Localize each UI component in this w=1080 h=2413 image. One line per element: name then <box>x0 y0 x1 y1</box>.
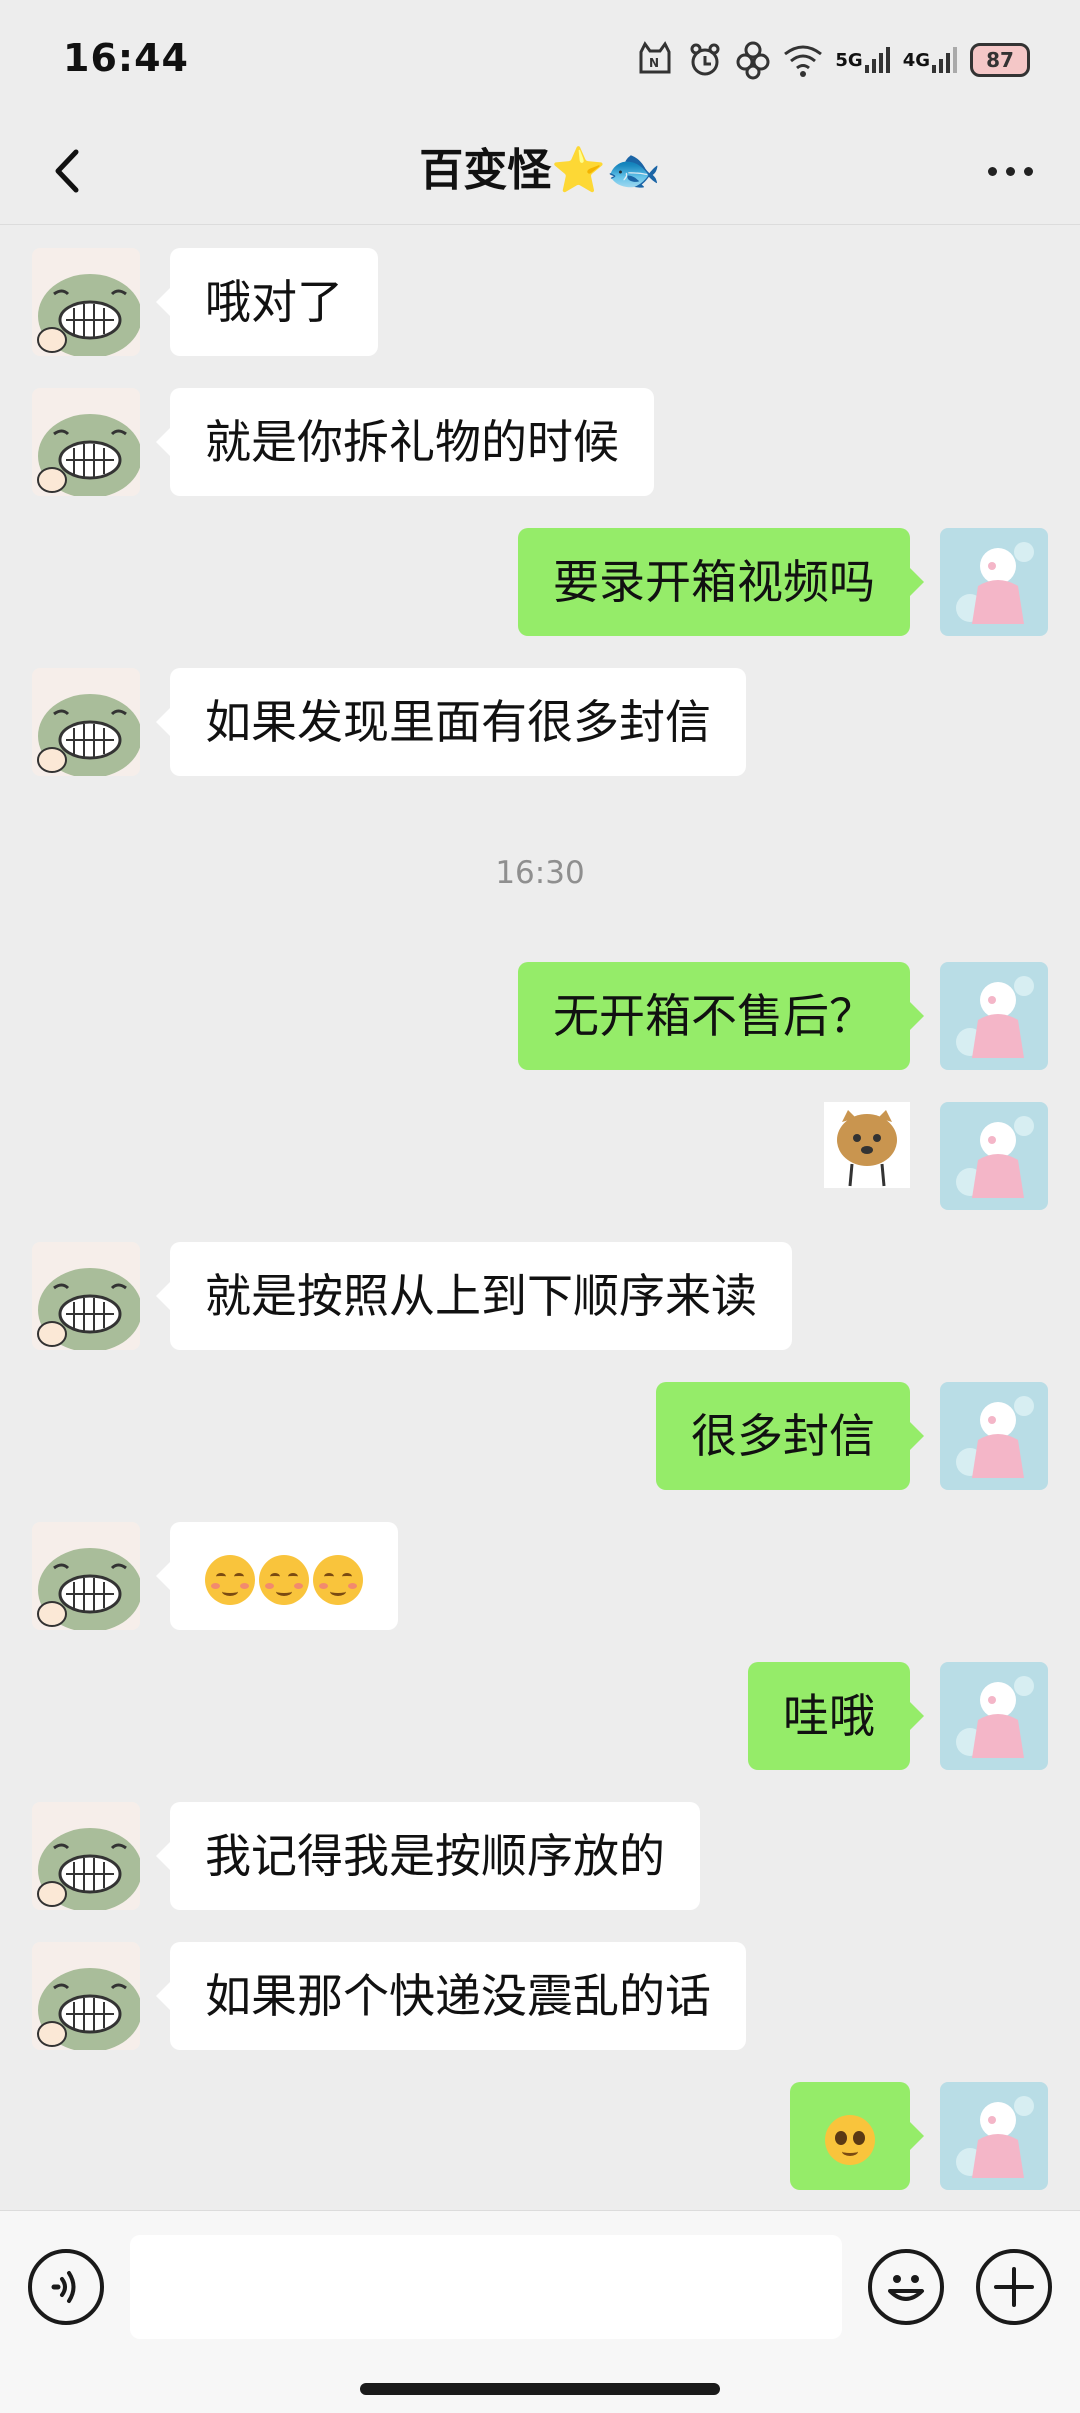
status-bar: 16:44 N 5G 4G 87 <box>0 0 1080 120</box>
message-timestamp: 16:30 <box>495 855 585 891</box>
message-bubble[interactable]: 要录开箱视频吗 <box>518 528 924 636</box>
status-time: 16:44 <box>63 36 189 80</box>
user-avatar[interactable] <box>940 528 1048 636</box>
message-received: 就是你拆礼物的时候 <box>0 388 1080 496</box>
signal-4g-icon: 4G <box>903 45 960 75</box>
message-bubble[interactable] <box>790 2082 924 2190</box>
home-indicator[interactable] <box>360 2383 720 2395</box>
flower-app-icon <box>735 40 771 80</box>
message-bubble[interactable]: 哇哦 <box>748 1662 924 1770</box>
user-avatar[interactable] <box>940 1382 1048 1490</box>
grimacing-blush-emoji <box>205 1554 255 1605</box>
contact-avatar[interactable] <box>32 248 140 356</box>
message-received: 我记得我是按顺序放的 <box>0 1802 1080 1910</box>
message-received: 就是按照从上到下顺序来读 <box>0 1242 1080 1350</box>
pleading-face-emoji <box>825 2114 875 2165</box>
message-bubble[interactable]: 如果发现里面有很多封信 <box>156 668 746 776</box>
signal-5g-icon: 5G <box>835 45 892 75</box>
voice-button[interactable] <box>28 2249 104 2325</box>
message-sent <box>0 2082 1080 2190</box>
more-options-button[interactable] <box>970 136 1050 206</box>
voice-icon <box>51 2271 76 2303</box>
cat-notification-icon: N <box>635 40 675 80</box>
message-bubble[interactable]: 就是你拆礼物的时候 <box>156 388 654 496</box>
message-bubble[interactable]: 如果那个快递没震乱的话 <box>156 1942 746 2050</box>
chat-header: 百变怪⭐🐟 <box>0 120 1080 225</box>
message-received: 哦对了 <box>0 248 1080 356</box>
message-bubble[interactable]: 我记得我是按顺序放的 <box>156 1802 700 1910</box>
more-dots-icon <box>987 166 997 176</box>
user-avatar[interactable] <box>940 962 1048 1070</box>
grimacing-blush-emoji <box>259 1554 309 1605</box>
message-sent <box>0 1102 1080 1210</box>
cat-sticker[interactable] <box>824 1102 910 1188</box>
message-sent: 要录开箱视频吗 <box>0 528 1080 636</box>
contact-avatar[interactable] <box>32 388 140 496</box>
emoji-button[interactable] <box>868 2249 944 2325</box>
status-icons: N 5G 4G 87 <box>635 38 1030 82</box>
contact-avatar[interactable] <box>32 1242 140 1350</box>
chat-title: 百变怪⭐🐟 <box>419 145 661 196</box>
contact-avatar[interactable] <box>32 1802 140 1910</box>
grimacing-blush-emoji <box>313 1554 363 1605</box>
wifi-icon <box>781 40 825 80</box>
chat-messages[interactable]: 哦对了 就是你拆礼物的时候 要录开箱视频吗 如果发现里面有很多封信 16:30 … <box>0 225 1080 2210</box>
message-bubble[interactable] <box>156 1522 398 1630</box>
message-sent: 哇哦 <box>0 1662 1080 1770</box>
contact-avatar[interactable] <box>32 1522 140 1630</box>
user-avatar[interactable] <box>940 2082 1048 2190</box>
message-bubble[interactable]: 哦对了 <box>156 248 378 356</box>
paw-app-icon <box>685 40 725 80</box>
svg-text:N: N <box>649 56 659 70</box>
message-bubble[interactable]: 就是按照从上到下顺序来读 <box>156 1242 792 1350</box>
more-features-button[interactable] <box>976 2249 1052 2325</box>
user-avatar[interactable] <box>940 1662 1048 1770</box>
message-input[interactable] <box>130 2235 842 2339</box>
message-bubble[interactable]: 很多封信 <box>656 1382 924 1490</box>
message-received: 如果那个快递没震乱的话 <box>0 1942 1080 2050</box>
emoji-icon <box>888 2275 924 2301</box>
message-sent: 无开箱不售后？ <box>0 962 1080 1070</box>
plus-icon <box>994 2267 1034 2307</box>
message-sent: 很多封信 <box>0 1382 1080 1490</box>
user-avatar[interactable] <box>940 1102 1048 1210</box>
message-received: 如果发现里面有很多封信 <box>0 668 1080 776</box>
input-bar <box>0 2210 1080 2413</box>
message-bubble[interactable]: 无开箱不售后？ <box>518 962 924 1070</box>
message-received <box>0 1522 1080 1630</box>
battery-icon: 87 <box>970 43 1030 77</box>
contact-avatar[interactable] <box>32 1942 140 2050</box>
contact-avatar[interactable] <box>32 668 140 776</box>
